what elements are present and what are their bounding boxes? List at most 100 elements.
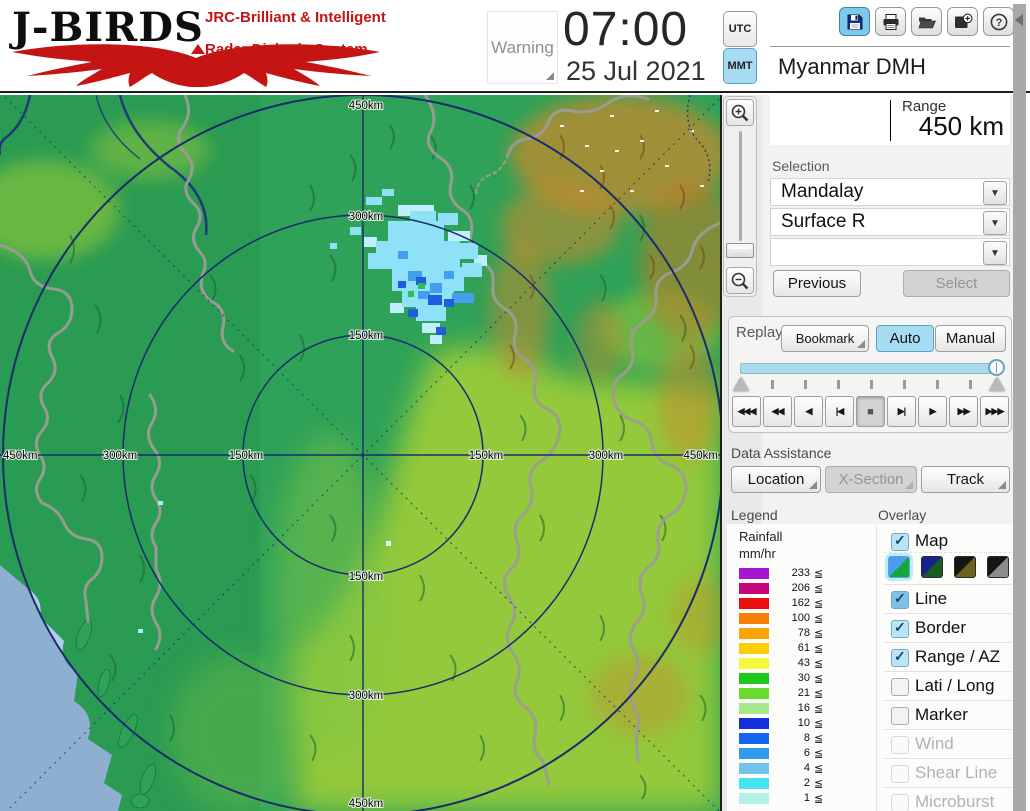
legend-value: 10 [770,717,810,729]
range-value: 450 km [919,111,1004,142]
zoom-in-button[interactable] [726,99,754,126]
overlay-row-line[interactable]: Line [884,588,1012,612]
forward-fast-button[interactable]: ▶▶▶ [980,396,1009,427]
replay-slider-track[interactable] [740,363,998,374]
overlay-item-label: Map [915,531,948,551]
overlay-separator [884,787,1012,788]
product-dropdown[interactable]: Surface R ▼ [770,208,1010,236]
overlay-separator [884,613,1012,614]
station-name: Myanmar DMH [778,54,926,80]
map-zoom-control [723,96,757,297]
marker-checkbox[interactable] [891,707,909,725]
chevron-down-icon[interactable]: ▼ [983,211,1007,235]
legend-title: Rainfall [739,529,782,544]
overlay-row-border[interactable]: Border [884,617,1012,641]
slider-tick [837,380,840,389]
svg-text:450km: 450km [349,798,384,810]
legend-swatch [739,703,769,714]
warning-button[interactable]: Warning [487,11,558,84]
stop-button[interactable]: ■ [856,396,885,427]
overlay-row-range-az[interactable]: Range / AZ [884,646,1012,670]
overlay-separator [884,584,1012,585]
overlay-row-lati-long[interactable]: Lati / Long [884,675,1012,699]
utc-button[interactable]: UTC [723,11,757,47]
replay-slider-handle[interactable] [988,359,1005,376]
location-button[interactable]: Location [731,466,821,493]
zoom-slider-track[interactable] [739,131,742,241]
slider-range-end-marker[interactable] [989,377,1005,391]
eagle-logo-icon [8,40,390,90]
radar-map[interactable]: 450km 300km 150km 150km 300km 450km 450k… [0,95,722,811]
panel-collapse-strip[interactable] [1013,4,1026,811]
add-image-button[interactable] [947,7,978,36]
panel-collapse-arrow-icon[interactable] [1015,14,1023,26]
play-backward-button[interactable]: ◀ [794,396,823,427]
logo-subtitle-line1: JRC-Brilliant & Intelligent [205,9,386,26]
svg-text:300km: 300km [589,450,624,462]
slider-range-start-marker[interactable] [733,377,749,391]
auto-mode-button[interactable]: Auto [876,325,934,352]
chevron-down-icon[interactable]: ▼ [983,181,1007,205]
add-image-icon [953,12,973,32]
overlay-item-label: Range / AZ [915,647,1000,667]
zoom-out-button[interactable] [726,267,754,294]
overlay-item-label: Marker [915,705,968,725]
overlay-row-marker[interactable]: Marker [884,704,1012,728]
map-style-swatch-1[interactable] [888,556,910,578]
legend-le-symbol: ≦ [814,597,823,610]
open-folder-button[interactable] [911,7,942,36]
legend-swatch [739,673,769,684]
help-button[interactable]: ? [983,7,1014,36]
legend-swatch [739,583,769,594]
option-dropdown[interactable]: ▼ [770,238,1010,266]
replay-label: Replay [736,324,783,341]
range-az-checkbox[interactable] [891,649,909,667]
track-button[interactable]: Track [921,466,1010,493]
save-button[interactable] [839,7,870,36]
selection-label: Selection [772,158,830,174]
mmt-button[interactable]: MMT [723,48,757,84]
xsection-button[interactable]: X-Section [825,466,917,493]
line-checkbox[interactable] [891,591,909,609]
microburst-checkbox [891,794,909,811]
replay-panel: Replay Bookmark Auto Manual ◀◀◀ ◀◀ ◀ |◀ … [728,316,1012,433]
rewind-button[interactable]: ◀◀ [763,396,792,427]
help-icon: ? [989,12,1009,32]
lati-long-checkbox[interactable] [891,678,909,696]
legend-swatch [739,718,769,729]
print-button[interactable] [875,7,906,36]
jbirds-app: J-BIRDS JRC-Brilliant & Intelligent Rada… [0,0,1030,811]
map-style-swatch-4[interactable] [987,556,1009,578]
save-icon [845,12,865,32]
data-assistance-label: Data Assistance [731,445,831,461]
play-button[interactable]: ▶ [918,396,947,427]
step-forward-button[interactable]: ▶| [887,396,916,427]
border-checkbox[interactable] [891,620,909,638]
zoom-out-icon [730,271,750,291]
chevron-down-icon[interactable]: ▼ [983,241,1007,265]
previous-button[interactable]: Previous [773,270,861,297]
map-style-swatch-2[interactable] [921,556,943,578]
bookmark-button[interactable]: Bookmark [781,325,869,352]
svg-text:150km: 150km [349,571,384,583]
zoom-slider-handle[interactable] [726,243,754,258]
rewind-fast-button[interactable]: ◀◀◀ [732,396,761,427]
site-dropdown[interactable]: Mandalay ▼ [770,178,1010,206]
map-checkbox[interactable] [891,533,909,551]
legend-le-symbol: ≦ [814,627,823,640]
slider-tick [804,380,807,389]
overlay-item-label: Microburst [915,792,994,811]
map-style-swatch-3[interactable] [954,556,976,578]
svg-text:450km: 450km [3,450,38,462]
step-backward-button[interactable]: |◀ [825,396,854,427]
overlay-row-map[interactable]: Map [884,530,1012,554]
legend-le-symbol: ≦ [814,777,823,790]
forward-button[interactable]: ▶▶ [949,396,978,427]
svg-text:450km: 450km [349,100,384,112]
legend-value: 4 [770,762,810,774]
slider-tick [936,380,939,389]
legend-le-symbol: ≦ [814,762,823,775]
overlay-item-label: Shear Line [915,763,997,783]
manual-mode-button[interactable]: Manual [935,325,1006,352]
select-button[interactable]: Select [903,270,1010,297]
